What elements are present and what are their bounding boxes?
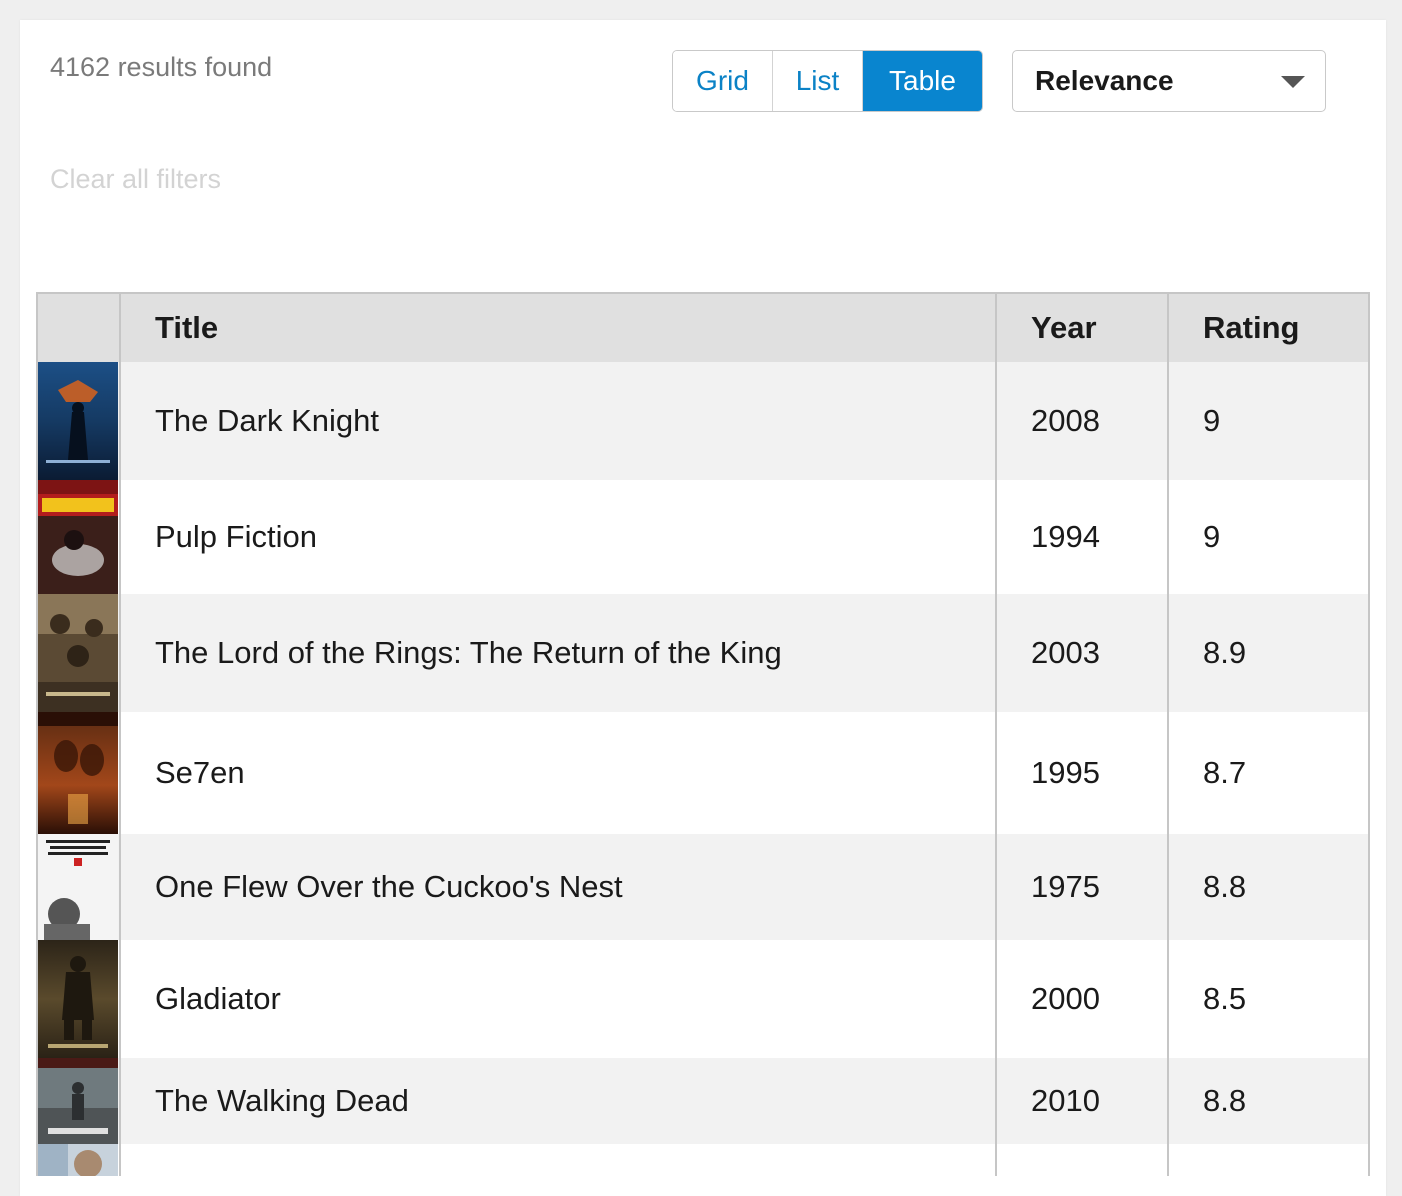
sort-select[interactable]: Relevance [1012, 50, 1326, 112]
table-row[interactable]: Pulp Fiction 1994 9 [38, 480, 1368, 594]
movie-year: 1995 [996, 712, 1169, 834]
movie-rating: 8.5 [1168, 940, 1368, 1058]
movie-year [996, 1144, 1169, 1176]
movie-year: 2008 [996, 362, 1169, 480]
poster-image [38, 594, 118, 712]
movie-title[interactable]: Pulp Fiction [120, 480, 997, 594]
results-table: Title Year Rating The Dark Knight 2008 9… [36, 292, 1370, 1176]
title-column-header[interactable]: Title [120, 294, 997, 362]
table-row[interactable]: Gladiator 2000 8.5 [38, 940, 1368, 1058]
movie-title[interactable]: The Dark Knight [120, 362, 997, 480]
movie-title[interactable]: The Lord of the Rings: The Return of the… [120, 594, 997, 712]
poster-image [38, 834, 118, 940]
movie-title[interactable]: Gladiator [120, 940, 997, 1058]
chevron-down-icon [1281, 76, 1305, 88]
movie-year: 2003 [996, 594, 1169, 712]
year-column-header[interactable]: Year [996, 294, 1169, 362]
sort-selected-label: Relevance [1035, 65, 1174, 96]
table-row[interactable]: The Dark Knight 2008 9 [38, 362, 1368, 480]
rating-column-header[interactable]: Rating [1168, 294, 1368, 362]
poster-image [38, 480, 118, 594]
poster-image [38, 362, 118, 480]
view-list-button[interactable]: List [773, 51, 863, 111]
poster-image [38, 1144, 118, 1176]
clear-filters-link[interactable]: Clear all filters [50, 164, 221, 195]
movie-year: 1994 [996, 480, 1169, 594]
movie-title[interactable]: Se7en [120, 712, 997, 834]
movie-title[interactable]: One Flew Over the Cuckoo's Nest [120, 834, 997, 940]
poster-image [38, 940, 118, 1058]
table-row[interactable]: The Lord of the Rings: The Return of the… [38, 594, 1368, 712]
movie-rating: 8.9 [1168, 594, 1368, 712]
table-row[interactable]: One Flew Over the Cuckoo's Nest 1975 8.8 [38, 834, 1368, 940]
table-row[interactable] [38, 1144, 1368, 1176]
movie-rating: 8.8 [1168, 1058, 1368, 1144]
table-row[interactable]: The Walking Dead 2010 8.8 [38, 1058, 1368, 1144]
movie-rating: 9 [1168, 362, 1368, 480]
movie-rating: 8.7 [1168, 712, 1368, 834]
movie-title[interactable]: The Walking Dead [120, 1058, 997, 1144]
movie-year: 2000 [996, 940, 1169, 1058]
table-header-row: Title Year Rating [38, 294, 1368, 362]
movie-rating: 8.8 [1168, 834, 1368, 940]
table-row[interactable]: Se7en 1995 8.7 [38, 712, 1368, 834]
movie-year: 2010 [996, 1058, 1169, 1144]
results-count: 4162 results found [50, 52, 273, 82]
poster-image [38, 1058, 118, 1144]
thumbnail-column-header [38, 294, 121, 362]
view-table-button[interactable]: Table [863, 51, 982, 111]
view-grid-button[interactable]: Grid [673, 51, 773, 111]
movie-rating [1168, 1144, 1368, 1176]
poster-image [38, 712, 118, 834]
movie-title[interactable] [120, 1144, 997, 1176]
movie-year: 1975 [996, 834, 1169, 940]
movie-rating: 9 [1168, 480, 1368, 594]
view-toggle: Grid List Table [672, 50, 983, 112]
